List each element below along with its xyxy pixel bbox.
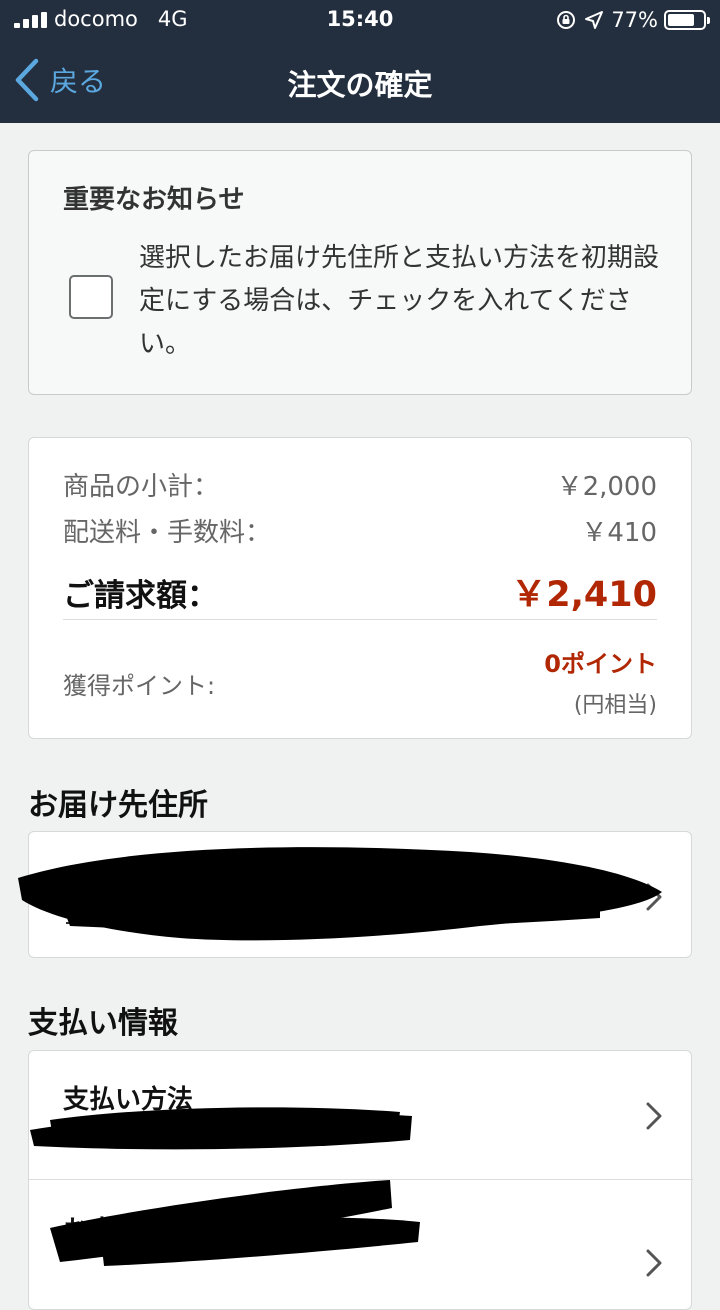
chevron-right-icon xyxy=(646,1102,662,1130)
address-text: 1 0 1 - 0 0 0 … 1 4 - … xyxy=(63,902,335,930)
payment-info-card: 支払い方法 お支払い請求先住所 xyxy=(28,1050,693,1310)
order-summary-card: 商品の小計： ￥2,000 配送料・手数料： ￥410 ご請求額： ￥2,410… xyxy=(28,437,692,739)
billing-address-row[interactable]: お支払い請求先住所 xyxy=(29,1179,693,1307)
points-value: 0ポイント xyxy=(544,650,657,678)
billing-address-label: お支払い請求先住所 xyxy=(63,1216,298,1246)
total-row: ご請求額： ￥2,410 xyxy=(63,566,657,617)
chevron-right-icon xyxy=(646,883,662,911)
rotation-lock-icon xyxy=(557,11,576,29)
subtotal-label: 商品の小計： xyxy=(63,472,220,502)
battery-icon xyxy=(664,10,710,30)
app-header: docomo 4G 15:40 77% 戻る 注文の確定 xyxy=(0,0,720,123)
page-title: 注文の確定 xyxy=(287,68,433,102)
total-label: ご請求額： xyxy=(63,578,218,614)
payment-method-label: 支払い方法 xyxy=(63,1085,194,1115)
important-notice-card: 重要なお知らせ 選択したお届け先住所と支払い方法を初期設定にする場合は、チェック… xyxy=(28,150,692,395)
shipping-label: 配送料・手数料： xyxy=(63,518,272,548)
set-default-checkbox[interactable] xyxy=(69,275,113,319)
total-value: ￥2,410 xyxy=(511,575,657,615)
points-label: 獲得ポイント: xyxy=(63,672,216,700)
shipping-value: ￥410 xyxy=(581,518,657,548)
points-block: 0ポイント (円相当) xyxy=(544,644,657,719)
location-icon xyxy=(585,11,604,29)
chevron-right-icon xyxy=(646,1249,662,1277)
payment-method-row[interactable]: 支払い方法 xyxy=(29,1051,693,1179)
subtotal-value: ￥2,000 xyxy=(556,472,657,502)
points-equivalent: (円相当) xyxy=(573,693,657,718)
notice-text: 選択したお届け先住所と支払い方法を初期設定にする場合は、チェックを入れてください… xyxy=(139,243,660,359)
subtotal-row: 商品の小計： ￥2,000 xyxy=(63,466,657,503)
summary-divider xyxy=(63,619,657,620)
status-bar: docomo 4G 15:40 77% xyxy=(0,0,720,40)
battery-percent: 77% xyxy=(611,8,658,32)
notice-title: 重要なお知らせ xyxy=(63,185,245,215)
status-right: 77% xyxy=(555,7,710,33)
payment-section-title: 支払い情報 xyxy=(28,1006,178,1041)
shipping-address-row[interactable]: 1 0 1 - 0 0 0 … 1 4 - … xyxy=(28,831,692,958)
address-section-title: お届け先住所 xyxy=(28,788,208,823)
nav-bar: 戻る 注文の確定 xyxy=(0,40,720,123)
shipping-row: 配送料・手数料： ￥410 xyxy=(63,512,657,549)
battery-fill xyxy=(668,14,695,26)
